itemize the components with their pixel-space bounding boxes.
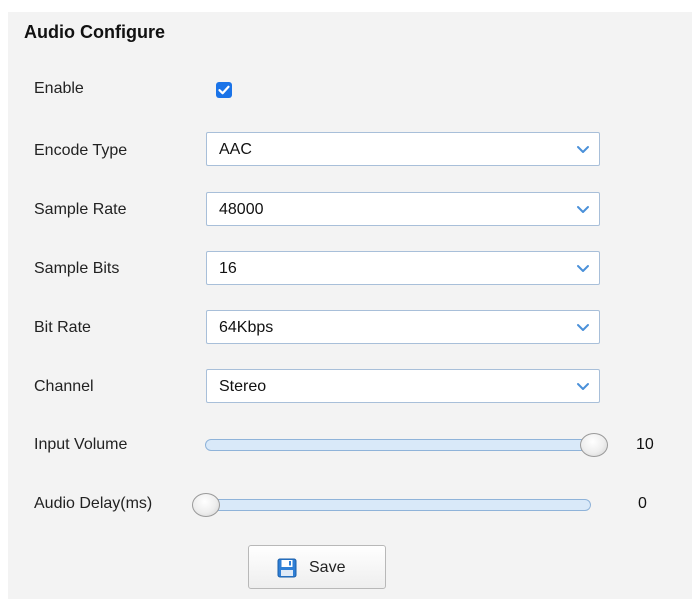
enable-label: Enable [34,80,84,97]
encode-type-value: AAC [219,141,252,158]
sample-bits-label: Sample Bits [34,260,120,277]
chevron-down-icon [577,206,589,213]
chevron-down-icon [577,146,589,153]
section-title: Audio Configure [24,22,165,42]
floppy-disk-icon [277,558,297,578]
chevron-down-icon [577,383,589,390]
bit-rate-label: Bit Rate [34,319,91,336]
encode-type-label: Encode Type [34,142,128,159]
save-button[interactable]: Save [248,545,386,589]
channel-label: Channel [34,378,94,395]
sample-rate-select[interactable]: 48000 [206,192,600,226]
chevron-down-icon [577,324,589,331]
sample-bits-value: 16 [219,260,237,277]
bit-rate-value: 64Kbps [219,319,274,336]
chevron-down-icon [577,265,589,272]
save-button-label: Save [309,559,346,576]
checkmark-icon [218,85,230,95]
audio-delay-slider-thumb[interactable] [192,493,220,517]
audio-delay-slider-track[interactable] [205,499,591,511]
input-volume-value: 10 [636,436,654,453]
input-volume-slider-thumb[interactable] [580,433,608,457]
channel-value: Stereo [219,378,267,395]
input-volume-slider-track[interactable] [205,439,591,451]
audio-delay-value: 0 [638,495,647,512]
sample-rate-label: Sample Rate [34,201,127,218]
sample-rate-value: 48000 [219,201,264,218]
sample-bits-select[interactable]: 16 [206,251,600,285]
channel-select[interactable]: Stereo [206,369,600,403]
encode-type-select[interactable]: AAC [206,132,600,166]
enable-checkbox[interactable] [216,82,232,98]
audio-delay-label: Audio Delay(ms) [34,495,153,512]
input-volume-label: Input Volume [34,436,128,453]
bit-rate-select[interactable]: 64Kbps [206,310,600,344]
